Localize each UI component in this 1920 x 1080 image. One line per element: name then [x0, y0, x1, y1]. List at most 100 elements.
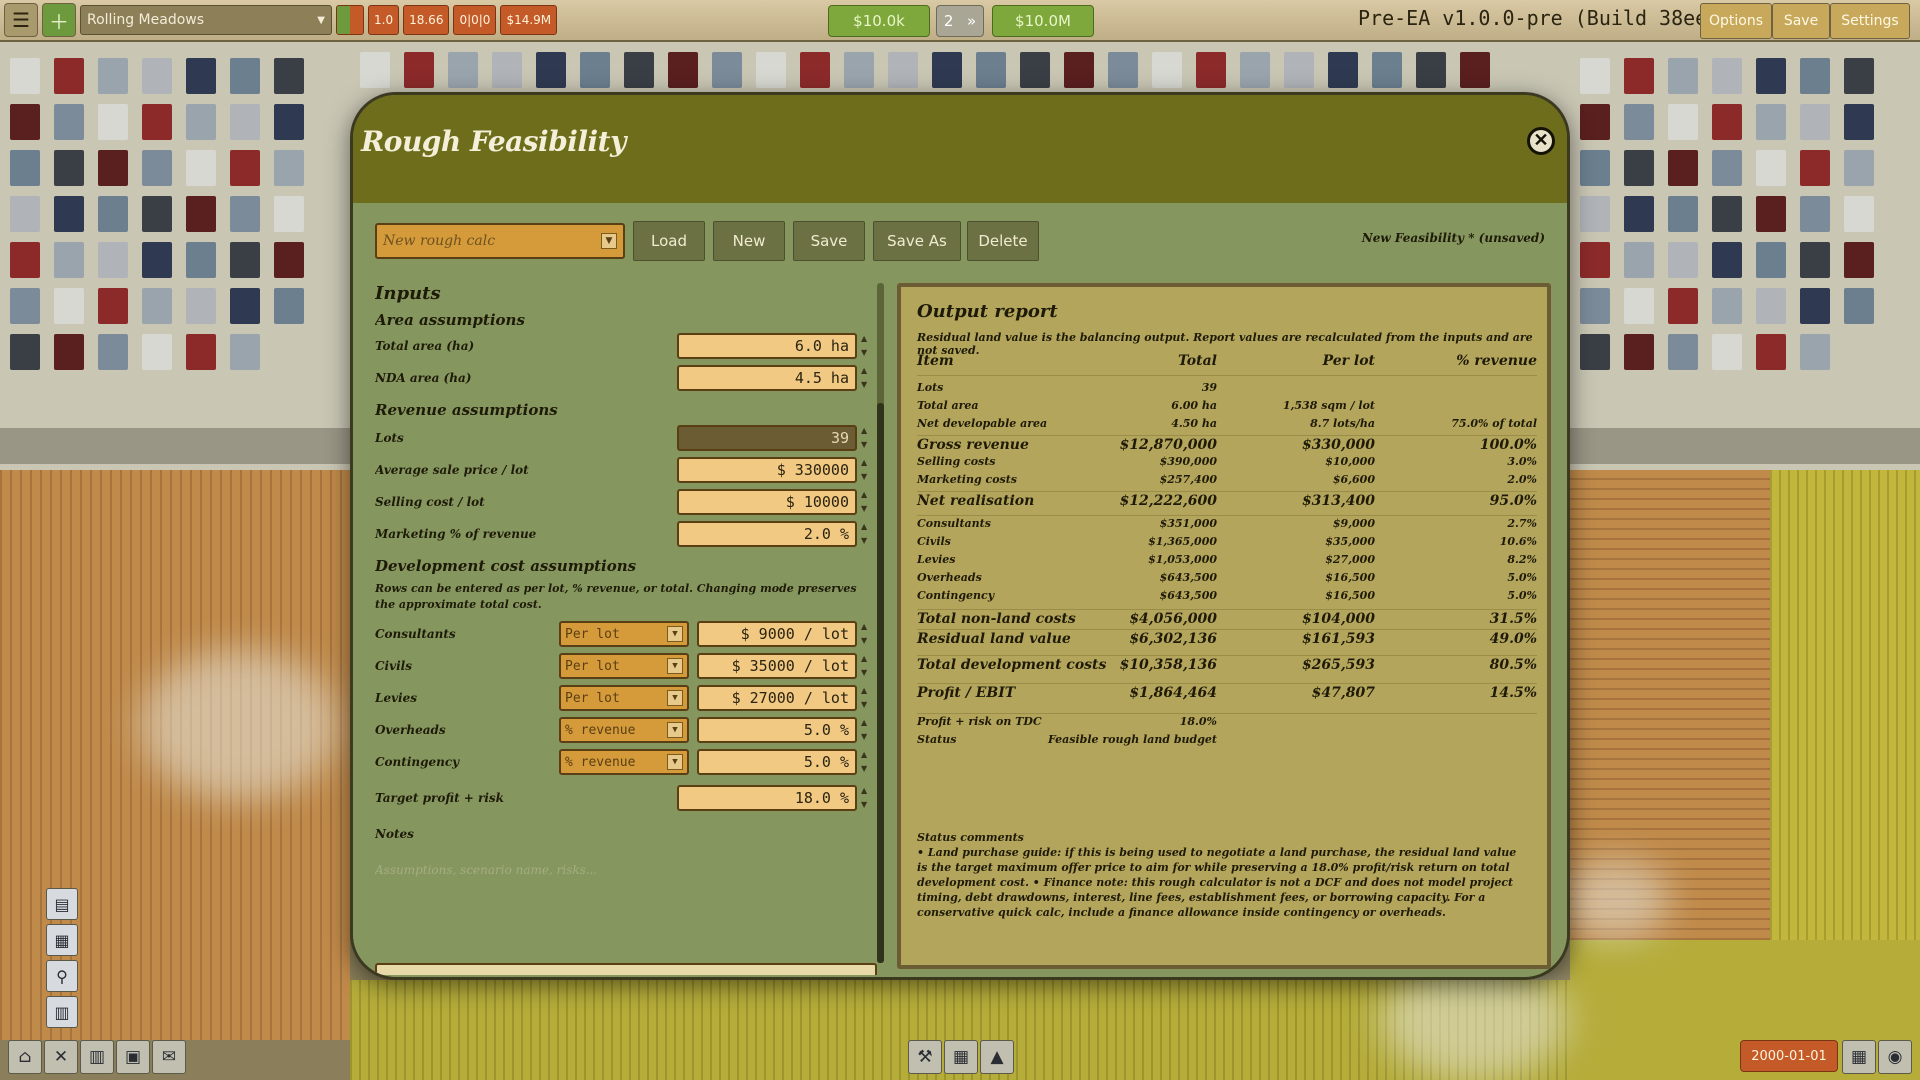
game-speed-control[interactable]: 2 »	[936, 5, 984, 37]
civils-mode-select[interactable]: Per lot ▼	[559, 653, 689, 679]
report-pct: 8.2%	[1507, 553, 1537, 566]
mail-icon[interactable]: ✉	[152, 1040, 186, 1074]
house	[1328, 52, 1358, 88]
nda-area-stepper[interactable]: ▲ ▼	[861, 365, 871, 391]
stat-chip-2[interactable]: 18.66	[403, 5, 450, 35]
house	[756, 52, 786, 88]
stat-chip-3[interactable]: 0|0|0	[453, 5, 497, 35]
rough-feasibility-dialog: Rough Feasibility ✕ New rough calc ▼ Loa…	[350, 92, 1570, 980]
inputs-bottom-field[interactable]	[375, 963, 877, 975]
report-total: $1,053,000	[1148, 553, 1217, 566]
avg-price-stepper[interactable]: ▲ ▼	[861, 457, 871, 483]
save-game-button[interactable]: Save	[1772, 3, 1830, 39]
bulldoze-icon[interactable]: ⚒	[908, 1040, 942, 1074]
grid-icon[interactable]: ▦	[944, 1040, 978, 1074]
levies-mode-select[interactable]: Per lot ▼	[559, 685, 689, 711]
bank-icon[interactable]: ▥	[80, 1040, 114, 1074]
marketing-stepper[interactable]: ▲ ▼	[861, 521, 871, 547]
lots-stepper[interactable]: ▲ ▼	[861, 425, 871, 451]
report-row: Marketing costs $257,400 $6,600 2.0%	[917, 473, 1537, 489]
save-as-button[interactable]: Save As	[873, 221, 961, 261]
settings-button[interactable]: Settings	[1830, 3, 1910, 39]
avg-price-input[interactable]: $ 330000	[677, 457, 857, 483]
stat-chip-4[interactable]: $14.9M	[500, 5, 558, 35]
add-icon[interactable]: ＋	[42, 3, 76, 37]
house	[274, 196, 304, 232]
target-profit-input[interactable]: 18.0 %	[677, 785, 857, 811]
house	[230, 58, 260, 94]
new-button[interactable]: New	[713, 221, 785, 261]
report-total: $643,500	[1159, 571, 1217, 584]
house	[1284, 52, 1314, 88]
civils-stepper[interactable]: ▲ ▼	[861, 653, 871, 679]
house	[1712, 104, 1742, 140]
inputs-scrollbar-thumb[interactable]	[877, 403, 884, 963]
calc-select-value: New rough calc	[383, 233, 496, 249]
stat-chip-1[interactable]: 1.0	[368, 5, 400, 35]
city-select[interactable]: Rolling Meadows ▼	[80, 5, 332, 35]
report-per-lot: $161,593	[1301, 631, 1375, 647]
overheads-mode-select[interactable]: % revenue ▼	[559, 717, 689, 743]
house	[230, 288, 260, 324]
report-item: Net realisation	[917, 493, 1035, 509]
house	[1800, 334, 1830, 370]
report-per-lot: $6,600	[1332, 473, 1375, 486]
house	[1668, 150, 1698, 186]
house	[1108, 52, 1138, 88]
overheads-stepper[interactable]: ▲ ▼	[861, 717, 871, 743]
house	[142, 196, 172, 232]
report-total: 39	[1201, 381, 1217, 394]
document-icon[interactable]: ▤	[46, 888, 78, 920]
civils-input[interactable]: $ 35000 / lot	[697, 653, 857, 679]
home-icon[interactable]: ⌂	[8, 1040, 42, 1074]
notes-input[interactable]: Assumptions, scenario name, risks...	[375, 863, 597, 877]
search-icon[interactable]: ⚲	[46, 960, 78, 992]
camera-icon[interactable]: ◉	[1878, 1040, 1912, 1074]
levies-input[interactable]: $ 27000 / lot	[697, 685, 857, 711]
cash-display-2[interactable]: $10.0M	[992, 5, 1094, 37]
tools-icon[interactable]: ✕	[44, 1040, 78, 1074]
house	[186, 242, 216, 278]
calendar-icon[interactable]: ▦	[1842, 1040, 1876, 1074]
marketing-input[interactable]: 2.0 %	[677, 521, 857, 547]
lots-input[interactable]: 39	[677, 425, 857, 451]
consultants-input[interactable]: $ 9000 / lot	[697, 621, 857, 647]
calculator-icon[interactable]: ▥	[46, 996, 78, 1028]
levies-stepper[interactable]: ▲ ▼	[861, 685, 871, 711]
house	[10, 150, 40, 186]
nda-area-input[interactable]: 4.5 ha	[677, 365, 857, 391]
cash-display-1[interactable]: $10.0k	[828, 5, 930, 37]
zone-indicator-icon[interactable]	[336, 5, 364, 35]
house	[186, 288, 216, 324]
report-total: Feasible rough land budget	[1047, 733, 1217, 746]
contingency-stepper[interactable]: ▲ ▼	[861, 749, 871, 775]
total-area-input[interactable]: 6.0 ha	[677, 333, 857, 359]
load-button[interactable]: Load	[633, 221, 705, 261]
terrain-icon[interactable]: ▲	[980, 1040, 1014, 1074]
house	[142, 104, 172, 140]
chevron-down-icon: ▼	[317, 14, 325, 26]
total-area-stepper[interactable]: ▲ ▼	[861, 333, 871, 359]
selling-cost-input[interactable]: $ 10000	[677, 489, 857, 515]
selling-cost-stepper[interactable]: ▲ ▼	[861, 489, 871, 515]
options-button[interactable]: Options	[1700, 3, 1772, 39]
land-icon[interactable]: ▣	[116, 1040, 150, 1074]
overheads-input[interactable]: 5.0 %	[697, 717, 857, 743]
menu-icon[interactable]: ☰	[4, 3, 38, 37]
consultants-mode-select[interactable]: Per lot ▼	[559, 621, 689, 647]
house	[1668, 334, 1698, 370]
inputs-panel[interactable]: Inputs Area assumptions Total area (ha) …	[375, 283, 895, 975]
calc-select[interactable]: New rough calc ▼	[375, 223, 625, 259]
target-profit-stepper[interactable]: ▲ ▼	[861, 785, 871, 811]
delete-button[interactable]: Delete	[967, 221, 1039, 261]
chart-icon[interactable]: ▦	[46, 924, 78, 956]
output-report: Output report Residual land value is the…	[897, 283, 1551, 969]
selling-cost-label: Selling cost / lot	[375, 495, 485, 509]
save-button[interactable]: Save	[793, 221, 865, 261]
close-icon[interactable]: ✕	[1527, 127, 1555, 155]
house	[404, 52, 434, 88]
report-total: $257,400	[1159, 473, 1217, 486]
contingency-mode-select[interactable]: % revenue ▼	[559, 749, 689, 775]
consultants-stepper[interactable]: ▲ ▼	[861, 621, 871, 647]
contingency-input[interactable]: 5.0 %	[697, 749, 857, 775]
